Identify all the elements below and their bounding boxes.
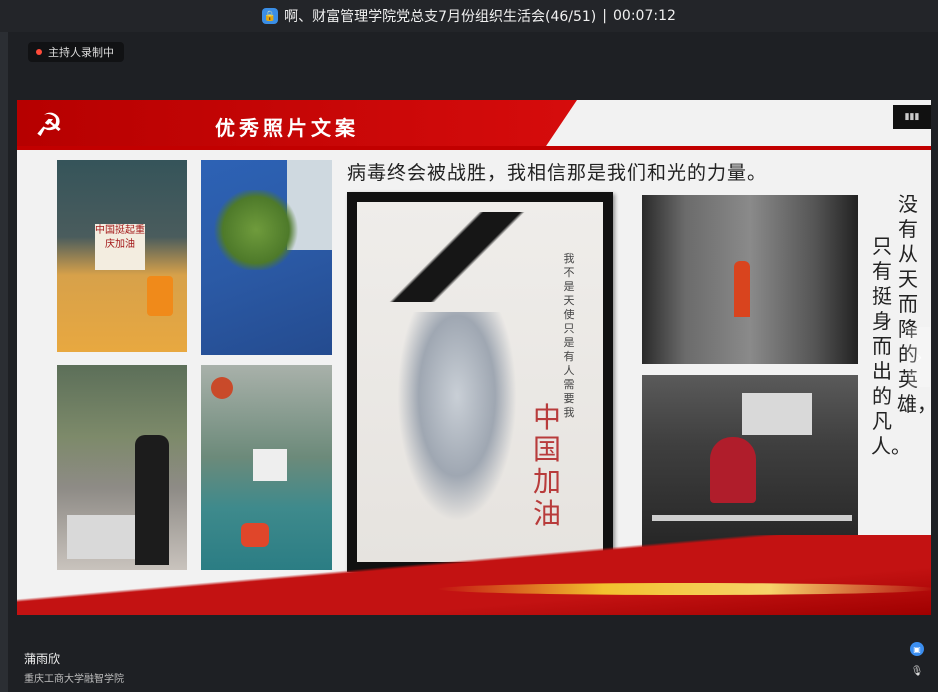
record-dot-icon — [36, 49, 42, 55]
drawing-small-text: 我不是天使只是有人需要我 — [563, 252, 575, 419]
angel-figure-drawing — [397, 312, 517, 522]
photo-passenger — [710, 437, 756, 503]
photo-ball — [211, 377, 233, 399]
slide-header: ☭ 优秀照片文案 ▮▮▮ — [17, 100, 931, 150]
vertical-text-left: 只有挺身而出的凡人。 — [871, 234, 911, 458]
orange-chair — [147, 276, 173, 316]
party-emblem-icon: ☭ — [34, 106, 64, 144]
chat-icon[interactable]: ▣ — [910, 642, 924, 656]
photo-street-cleaner — [642, 195, 858, 364]
meeting-title: 啊、财富管理学院党总支7月份组织生活会(46/51) — [284, 9, 597, 25]
recording-label: 主持人录制中 — [48, 46, 114, 59]
left-edge-strip — [0, 32, 8, 692]
photo-notice — [253, 449, 287, 481]
photo-worker — [734, 261, 750, 317]
slide-title: 优秀照片文案 — [215, 116, 359, 140]
chevron-right-icon[interactable]: › — [908, 327, 930, 387]
photo-bus-passenger — [642, 375, 858, 547]
red-swoosh-decoration — [17, 535, 931, 615]
photo-station: 中国挺起重庆加油 — [57, 160, 187, 352]
elapsed-time: 00:07:12 — [613, 8, 676, 24]
photo-plant — [211, 190, 301, 270]
photo-blue-fence — [201, 160, 332, 355]
photo-rail — [652, 515, 852, 521]
photo-bus-poster — [742, 393, 812, 435]
mic-icon[interactable]: 🎙 — [910, 664, 924, 678]
header-red-line — [17, 146, 931, 150]
window-title-bar: 🔒 啊、财富管理学院党总支7月份组织生活会(46/51) | 00:07:12 — [0, 0, 938, 32]
slide-caption: 病毒终会被战胜，我相信那是我们和光的力量。 — [347, 162, 768, 184]
drawing-artwork: 我不是天使只是有人需要我 中国加油 — [347, 192, 613, 572]
photo-sign: 中国挺起重庆加油 — [95, 224, 145, 270]
speaker-organization: 重庆工商大学融智学院 — [24, 674, 124, 685]
slide-corner-control[interactable]: ▮▮▮ — [893, 105, 931, 129]
shared-slide: ☭ 优秀照片文案 ▮▮▮ 病毒终会被战胜，我相信那是我们和光的力量。 中国挺起重… — [17, 100, 931, 615]
speaker-name: 蒲雨欣 — [24, 652, 61, 666]
gold-swoosh-decoration — [437, 583, 931, 595]
recording-badge[interactable]: 主持人录制中 — [28, 42, 124, 62]
lock-icon: 🔒 — [262, 8, 279, 24]
scissor-drawing — [387, 212, 527, 302]
drawing-large-text: 中国加油 — [532, 401, 561, 530]
title-separator: | — [602, 8, 607, 24]
